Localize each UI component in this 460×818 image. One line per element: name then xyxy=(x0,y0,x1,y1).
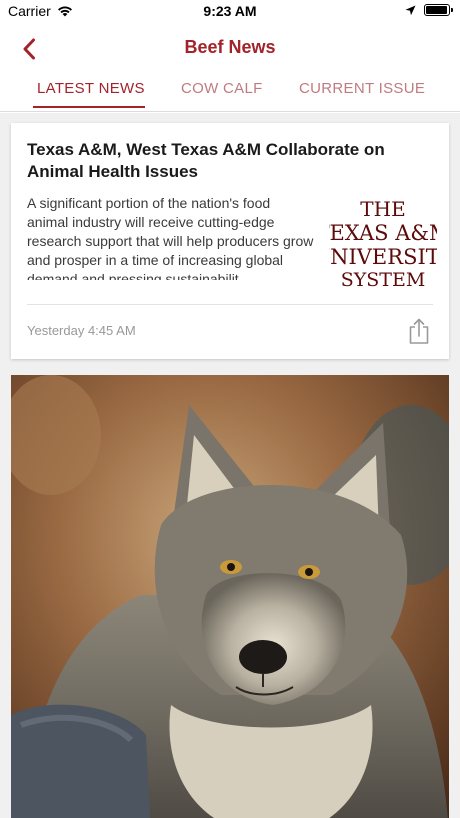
texas-am-system-logo: THE TEXAS A&M UNIVERSITY SYSTEM xyxy=(329,195,437,291)
article-image-card[interactable] xyxy=(11,375,449,818)
share-icon xyxy=(409,318,429,344)
battery-icon xyxy=(424,4,453,16)
tab-current-issue[interactable]: CURRENT ISSUE xyxy=(299,80,425,97)
svg-text:SYSTEM: SYSTEM xyxy=(341,269,426,291)
article-thumbnail[interactable]: THE TEXAS A&M UNIVERSITY SYSTEM xyxy=(329,195,437,291)
battery-level xyxy=(426,6,447,14)
navigation-bar: Beef News xyxy=(0,24,460,72)
share-button[interactable] xyxy=(407,317,431,345)
svg-text:TEXAS A&M: TEXAS A&M xyxy=(329,221,437,245)
category-tabs: LATEST NEWS COW CALF CURRENT ISSUE xyxy=(0,72,460,112)
article-summary: A significant portion of the nation's fo… xyxy=(27,195,314,280)
active-tab-indicator xyxy=(33,106,145,108)
card-divider xyxy=(27,304,433,305)
article-card[interactable]: Texas A&M, West Texas A&M Collaborate on… xyxy=(11,123,449,359)
page-title: Beef News xyxy=(184,37,276,57)
svg-text:THE: THE xyxy=(360,197,405,221)
svg-text:UNIVERSITY: UNIVERSITY xyxy=(329,245,437,269)
tab-cow-calf[interactable]: COW CALF xyxy=(181,80,263,97)
status-right-indicators xyxy=(405,4,453,16)
wolf-photo xyxy=(11,375,449,818)
status-time: 9:23 AM xyxy=(203,3,257,19)
news-feed[interactable]: Texas A&M, West Texas A&M Collaborate on… xyxy=(0,113,460,818)
status-bar: Carrier 9:23 AM xyxy=(0,0,460,24)
article-title[interactable]: Texas A&M, West Texas A&M Collaborate on… xyxy=(27,139,427,183)
article-timestamp: Yesterday 4:45 AM xyxy=(27,323,136,338)
tab-latest-news[interactable]: LATEST NEWS xyxy=(37,80,145,97)
location-arrow-icon xyxy=(405,5,416,15)
